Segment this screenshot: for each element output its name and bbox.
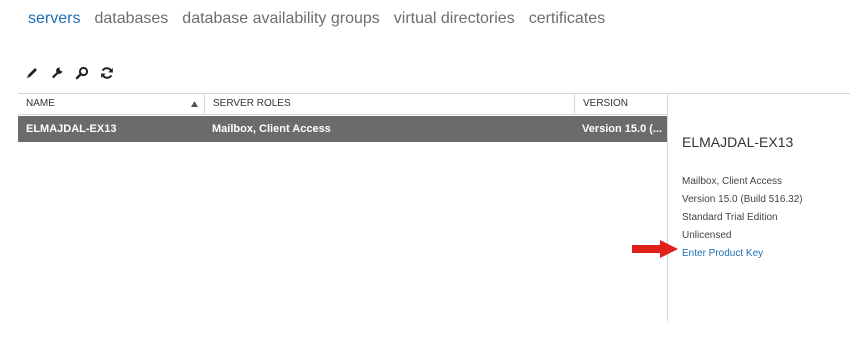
column-header-name[interactable]: NAME [18, 94, 204, 114]
tab-servers[interactable]: servers [28, 10, 80, 28]
sort-ascending-icon [191, 101, 198, 107]
tab-databases[interactable]: databases [94, 10, 168, 28]
toolbar [24, 65, 115, 81]
details-version: Version 15.0 (Build 516.32) [682, 194, 803, 205]
refresh-button[interactable] [99, 65, 115, 81]
servers-grid: NAME SERVER ROLES VERSION ELMAJDAL-EX13 … [18, 93, 668, 321]
column-header-server-roles-label: SERVER ROLES [213, 98, 291, 109]
refresh-icon [101, 67, 113, 79]
edit-button[interactable] [24, 65, 40, 81]
column-header-server-roles[interactable]: SERVER ROLES [204, 94, 574, 114]
tab-virtual-directories[interactable]: virtual directories [394, 10, 515, 28]
search-button[interactable] [74, 65, 90, 81]
cell-version: Version 15.0 (... [582, 123, 663, 135]
tab-database-availability-groups[interactable]: database availability groups [182, 10, 379, 28]
details-info: Mailbox, Client Access Version 15.0 (Bui… [682, 173, 803, 263]
enter-product-key-link[interactable]: Enter Product Key [682, 245, 803, 263]
tab-certificates[interactable]: certificates [529, 10, 605, 28]
red-arrow-icon [632, 240, 678, 258]
column-header-version-label: VERSION [583, 98, 629, 109]
search-icon [75, 66, 89, 80]
cell-server-roles: Mailbox, Client Access [212, 123, 331, 135]
column-header-version[interactable]: VERSION [574, 94, 668, 114]
cell-name: ELMAJDAL-EX13 [26, 123, 117, 135]
details-edition: Standard Trial Edition [682, 212, 778, 223]
column-header-name-label: NAME [26, 98, 55, 109]
details-roles: Mailbox, Client Access [682, 176, 783, 187]
nav-tabs: servers databases database availability … [28, 10, 605, 28]
details-title: ELMAJDAL-EX13 [682, 134, 794, 150]
grid-header: NAME SERVER ROLES VERSION [18, 93, 668, 115]
details-pane: ELMAJDAL-EX13 Mailbox, Client Access Ver… [667, 93, 850, 321]
wrench-icon [52, 67, 63, 79]
edit-pencil-icon [27, 68, 37, 78]
services-button[interactable] [49, 65, 65, 81]
details-license-status: Unlicensed [682, 230, 732, 241]
table-row[interactable]: ELMAJDAL-EX13 Mailbox, Client Access Ver… [18, 116, 668, 142]
